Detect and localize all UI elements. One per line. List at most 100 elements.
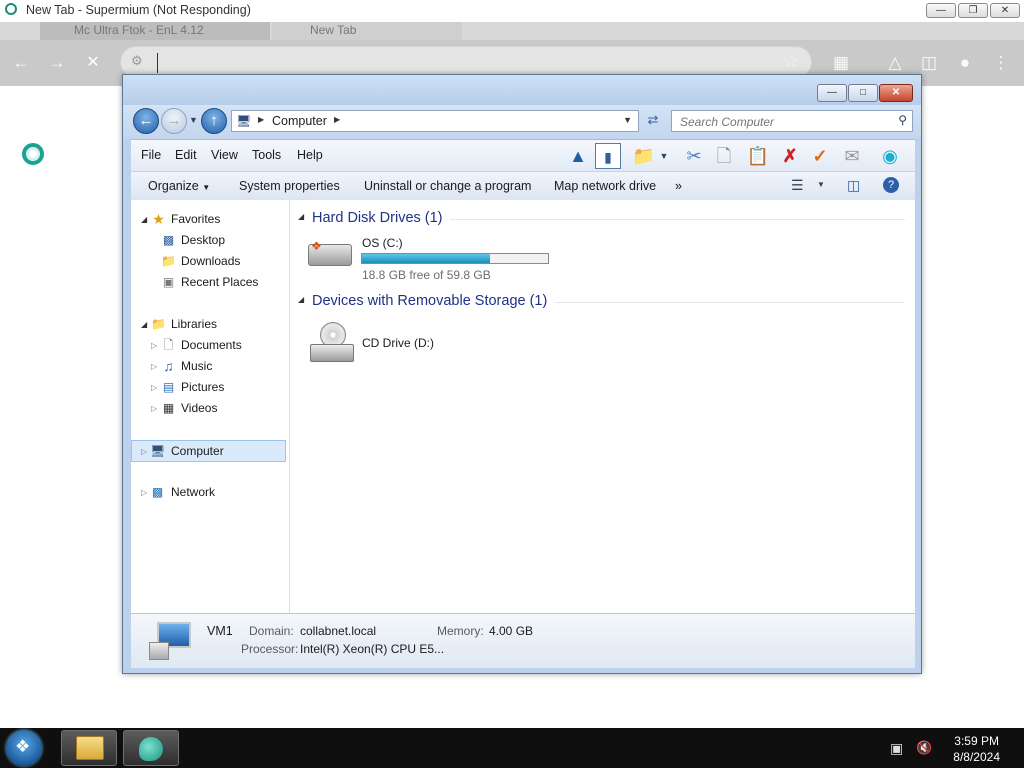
browser-tab[interactable]: Mc Ultra Ftok - EnL 4.12 xyxy=(40,22,270,40)
folder-options-icon[interactable]: 📁 xyxy=(631,143,657,169)
nav-desktop[interactable]: ▩ Desktop xyxy=(131,230,289,251)
browser-tab-active[interactable]: New Tab xyxy=(272,22,462,40)
taskbar-explorer-button[interactable] xyxy=(61,730,117,766)
expand-arrow-icon[interactable]: ▷ xyxy=(151,398,157,419)
nav-network[interactable]: ▷ ▩ Network xyxy=(131,482,289,503)
expand-arrow-icon[interactable]: ▷ xyxy=(141,441,147,462)
organize-button[interactable]: Organize ▼ xyxy=(148,179,210,193)
expand-arrow-icon[interactable]: ▷ xyxy=(151,335,157,356)
explorer-maximize-button[interactable]: □ xyxy=(848,84,878,102)
labs-flask-icon[interactable]: △ xyxy=(884,52,906,74)
nav-videos[interactable]: ▷ ▦ Videos xyxy=(131,398,289,419)
search-box[interactable]: ⚲ xyxy=(671,110,913,132)
view-options-chevron-icon[interactable]: ▼ xyxy=(817,180,825,189)
nav-downloads[interactable]: 📁 Downloads xyxy=(131,251,289,272)
side-panel-icon[interactable]: ◫ xyxy=(918,52,940,74)
paste-clipboard-icon[interactable]: 📋 xyxy=(745,143,771,169)
close-button[interactable]: ✕ xyxy=(990,3,1020,18)
back-arrow-icon[interactable]: ← xyxy=(133,108,159,134)
delete-icon[interactable]: ✗ xyxy=(777,143,803,169)
minimize-button[interactable]: — xyxy=(926,3,956,18)
memory-value: 4.00 GB xyxy=(489,624,534,638)
help-icon[interactable]: ? xyxy=(883,177,899,193)
recent-pages-chevron-icon[interactable]: ▼ xyxy=(189,115,198,125)
nav-recent-places[interactable]: ▣ Recent Places xyxy=(131,272,289,293)
properties-check-icon[interactable]: ✓ xyxy=(807,143,833,169)
explorer-close-button[interactable]: ✕ xyxy=(879,84,913,102)
collapse-arrow-icon[interactable]: ◢ xyxy=(141,209,147,230)
stop-loading-icon[interactable]: ✕ xyxy=(82,52,104,74)
breadcrumb-separator-icon[interactable]: ▶ xyxy=(258,115,264,124)
email-envelope-icon[interactable]: ✉ xyxy=(839,143,865,169)
drive-os-c[interactable]: ❖ OS (C:) 18.8 GB free of 59.8 GB xyxy=(306,232,556,282)
breadcrumb-computer[interactable]: Computer xyxy=(272,114,327,128)
up-arrow-icon[interactable]: ↑ xyxy=(201,108,227,134)
bookmark-star-icon[interactable]: ☆ xyxy=(783,51,799,72)
group-title-hdd[interactable]: Hard Disk Drives (1) xyxy=(312,210,443,226)
taskbar-supermium-button[interactable] xyxy=(123,730,179,766)
group-title-removable[interactable]: Devices with Removable Storage (1) xyxy=(312,293,547,309)
folders-pane-icon[interactable]: ▮ xyxy=(595,143,621,169)
extensions-icon[interactable]: ▦ xyxy=(830,52,852,74)
nav-documents[interactable]: ▷ 🗋 Documents xyxy=(131,335,289,356)
loading-spinner-icon xyxy=(22,143,44,165)
address-breadcrumb[interactable]: 🖥 ▶ Computer ▶ ▼ xyxy=(231,110,639,132)
nav-label: Desktop xyxy=(181,233,226,247)
nav-music[interactable]: ▷ ♫ Music xyxy=(131,356,289,377)
system-properties-button[interactable]: System properties xyxy=(239,179,340,193)
expand-arrow-icon[interactable]: ▷ xyxy=(151,377,157,398)
back-icon[interactable]: ← xyxy=(10,52,32,74)
menu-file[interactable]: File xyxy=(141,148,161,162)
collapse-arrow-icon[interactable]: ◢ xyxy=(141,314,147,335)
explorer-minimize-button[interactable]: — xyxy=(817,84,847,102)
preview-pane-icon[interactable]: ◫ xyxy=(847,177,860,194)
nav-label: Network xyxy=(171,485,216,499)
shell-shell-icon[interactable]: ◉ xyxy=(877,143,903,169)
menu-kebab-icon[interactable]: ⋮ xyxy=(990,52,1012,74)
menu-help[interactable]: Help xyxy=(297,148,323,162)
tab-label: Mc Ultra Ftok - EnL 4.12 xyxy=(74,23,204,37)
explorer-window: — □ ✕ ← → ▼ ↑ 🖥 ▶ Computer ▶ ▼ ⇄ ⚲ File … xyxy=(122,74,922,674)
expand-arrow-icon[interactable]: ▷ xyxy=(141,482,147,503)
search-icon[interactable]: ⚲ xyxy=(898,113,907,127)
group-collapse-icon[interactable]: ◢ xyxy=(298,295,304,304)
forward-icon[interactable]: → xyxy=(46,52,68,74)
forward-arrow-icon[interactable]: → xyxy=(161,108,187,134)
profile-avatar-icon[interactable]: ● xyxy=(954,52,976,74)
nav-computer-selected[interactable]: ▷ 🖥 Computer xyxy=(131,440,286,462)
menu-view[interactable]: View xyxy=(211,148,238,162)
address-input[interactable] xyxy=(157,53,762,73)
map-network-drive-button[interactable]: Map network drive xyxy=(554,179,656,193)
refresh-icon[interactable]: ⇄ xyxy=(643,112,663,132)
expand-arrow-icon[interactable]: ▷ xyxy=(151,356,157,377)
change-view-icon[interactable]: ☰ xyxy=(791,177,804,194)
up-folder-icon[interactable]: ▲ xyxy=(565,143,591,169)
domain-label: Domain: xyxy=(249,624,294,638)
site-info-icon[interactable]: ⚙ xyxy=(131,53,143,69)
address-dropdown-icon[interactable]: ▼ xyxy=(623,115,632,125)
browser-window-title: New Tab - Supermium (Not Responding) xyxy=(26,3,251,17)
copy-icon[interactable]: 🗋 xyxy=(711,143,737,169)
nav-label: Documents xyxy=(181,338,242,352)
group-collapse-icon[interactable]: ◢ xyxy=(298,212,304,221)
taskbar-clock[interactable]: 3:59 PM 8/8/2024 xyxy=(953,733,1000,765)
drive-usage-fill xyxy=(362,254,490,263)
search-input[interactable] xyxy=(678,113,887,131)
cut-scissors-icon[interactable]: ✂ xyxy=(681,143,707,169)
start-button[interactable]: ❖ xyxy=(6,730,42,766)
nav-favorites[interactable]: ◢ ★ Favorites xyxy=(131,209,289,230)
breadcrumb-separator-icon[interactable]: ▶ xyxy=(334,115,340,124)
menu-tools[interactable]: Tools xyxy=(252,148,281,162)
more-commands-button[interactable]: » xyxy=(675,179,682,193)
uninstall-program-button[interactable]: Uninstall or change a program xyxy=(364,179,531,193)
nav-pictures[interactable]: ▷ ▤ Pictures xyxy=(131,377,289,398)
group-divider xyxy=(555,302,905,303)
browser-titlebar: New Tab - Supermium (Not Responding) — ❐… xyxy=(0,0,1024,23)
menu-edit[interactable]: Edit xyxy=(175,148,197,162)
drive-cd-d[interactable]: CD Drive (D:) xyxy=(306,318,486,368)
restore-button[interactable]: ❐ xyxy=(958,3,988,18)
nav-libraries[interactable]: ◢ 📁 Libraries xyxy=(131,314,289,335)
network-tray-icon[interactable]: ▣ xyxy=(890,740,903,757)
volume-muted-icon[interactable]: 🔇 xyxy=(916,740,932,756)
view-dropdown-icon[interactable]: ▼ xyxy=(657,143,671,169)
